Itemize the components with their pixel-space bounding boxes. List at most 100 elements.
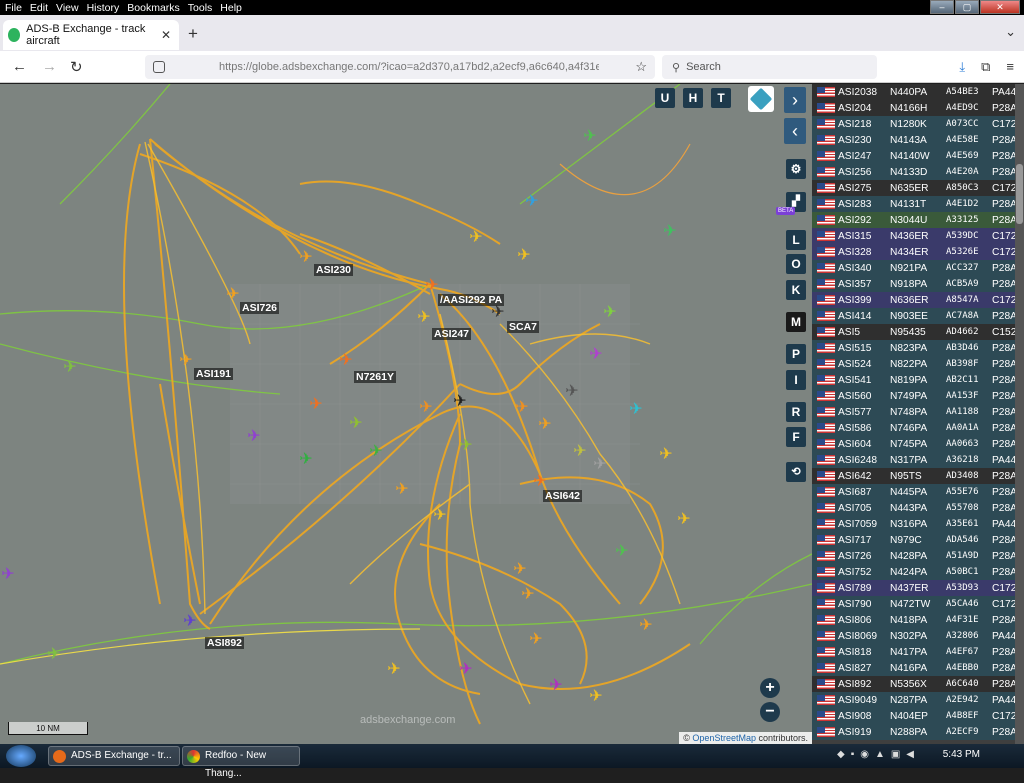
menu-view[interactable]: View bbox=[53, 2, 82, 14]
aircraft-label[interactable]: ASI892 bbox=[205, 637, 245, 649]
bookmark-star-icon[interactable]: ☆ bbox=[635, 59, 647, 75]
start-button[interactable] bbox=[6, 745, 36, 767]
table-row[interactable]: ASI230 N4143A A4E58E P28A bbox=[812, 132, 1024, 148]
table-row[interactable]: ASI5 N95435 AD4662 C152 bbox=[812, 324, 1024, 340]
table-row[interactable]: ASI7059 N316PA A35E61 PA44 bbox=[812, 516, 1024, 532]
aircraft-icon[interactable]: ✈ bbox=[226, 284, 239, 303]
aircraft-icon[interactable]: ✈ bbox=[433, 505, 446, 524]
table-row[interactable]: ASI577 N748PA AA1188 P28A bbox=[812, 404, 1024, 420]
maximize-button[interactable]: ▢ bbox=[955, 0, 979, 14]
aircraft-icon[interactable]: ✈ bbox=[179, 350, 192, 369]
table-row[interactable]: ASI560 N749PA AA153F P28A bbox=[812, 388, 1024, 404]
menu-tools[interactable]: Tools bbox=[185, 2, 216, 14]
aircraft-icon[interactable]: ✈ bbox=[529, 629, 542, 648]
aircraft-icon[interactable]: ✈ bbox=[309, 394, 322, 413]
aircraft-icon[interactable]: ✈ bbox=[533, 471, 546, 490]
aircraft-icon[interactable]: ✈ bbox=[663, 221, 676, 240]
aircraft-icon[interactable]: ✈ bbox=[639, 615, 652, 634]
table-row[interactable]: ASI399 N636ER A8547A C172 bbox=[812, 292, 1024, 308]
aircraft-icon[interactable]: ✈ bbox=[629, 399, 642, 418]
table-row[interactable]: ASI604 N745PA AA0663 P28A bbox=[812, 436, 1024, 452]
aircraft-icon[interactable]: ✈ bbox=[615, 541, 628, 560]
table-row[interactable]: ASI328 N434ER A5326E C172 bbox=[812, 244, 1024, 260]
back-button[interactable]: ← bbox=[12, 58, 27, 75]
system-tray-icons[interactable]: ◆▪◉▲▣◀ bbox=[837, 749, 920, 760]
table-row[interactable]: ASI586 N746PA AA0A1A P28A bbox=[812, 420, 1024, 436]
aircraft-label[interactable]: N7261Y bbox=[354, 371, 396, 383]
close-window-button[interactable]: ✕ bbox=[980, 0, 1020, 14]
aircraft-icon[interactable]: ✈ bbox=[349, 413, 362, 432]
table-row[interactable]: ASI642 N95TS AD3408 P28A bbox=[812, 468, 1024, 484]
url-bar[interactable]: https://globe.adsbexchange.com/?icao=a2d… bbox=[145, 55, 655, 79]
aircraft-icon[interactable]: ✈ bbox=[183, 611, 196, 630]
table-row[interactable]: ASI283 N4131T A4E1D2 P28A bbox=[812, 196, 1024, 212]
aircraft-icon[interactable]: ✈ bbox=[419, 397, 432, 416]
table-row[interactable]: ASI275 N635ER A850C3 C172 bbox=[812, 180, 1024, 196]
aircraft-icon[interactable]: ✈ bbox=[517, 245, 530, 264]
reload-button[interactable]: ↻ bbox=[70, 58, 83, 76]
list-tabs-icon[interactable]: ⌄ bbox=[1005, 24, 1016, 40]
menu-file[interactable]: File bbox=[2, 2, 25, 14]
aircraft-icon[interactable]: ✈ bbox=[525, 191, 538, 210]
table-row[interactable]: ASI705 N443PA A55708 P28A bbox=[812, 500, 1024, 516]
aircraft-label[interactable]: SCA7 bbox=[507, 321, 540, 333]
table-row[interactable]: ASI919 N288PA A2ECF9 P28A bbox=[812, 724, 1024, 740]
toggle-r-button[interactable]: R bbox=[786, 402, 806, 422]
table-row[interactable]: ASI414 N903EE AC7A8A P28A bbox=[812, 308, 1024, 324]
table-row[interactable]: ASI340 N921PA ACC327 P28A bbox=[812, 260, 1024, 276]
aircraft-icon[interactable]: ✈ bbox=[395, 479, 408, 498]
aircraft-icon[interactable]: ✈ bbox=[417, 307, 430, 326]
aircraft-icon[interactable]: ✈ bbox=[589, 344, 602, 363]
table-row[interactable]: ASI357 N918PA ACB5A9 P28A bbox=[812, 276, 1024, 292]
menu-edit[interactable]: Edit bbox=[27, 2, 51, 14]
aircraft-icon[interactable]: ✈ bbox=[573, 441, 586, 460]
replay-icon[interactable]: ⟲ bbox=[786, 462, 806, 482]
aircraft-icon[interactable]: ✈ bbox=[425, 275, 438, 294]
aircraft-icon[interactable]: ✈ bbox=[339, 350, 352, 369]
table-row[interactable]: ASI687 N445PA A55E76 P28A bbox=[812, 484, 1024, 500]
aircraft-icon[interactable]: ✈ bbox=[593, 454, 606, 473]
table-row[interactable]: ASI315 N436ER A539DC C172 bbox=[812, 228, 1024, 244]
toggle-p-button[interactable]: P bbox=[786, 344, 806, 364]
table-row[interactable]: ASI204 N4166H A4ED9C P28A bbox=[812, 100, 1024, 116]
forward-button[interactable]: → bbox=[42, 58, 57, 75]
aircraft-icon[interactable]: ✈ bbox=[538, 414, 551, 433]
toggle-l-button[interactable]: L bbox=[786, 230, 806, 250]
table-row[interactable]: ASI790 N472TW A5CA46 C172 bbox=[812, 596, 1024, 612]
table-row[interactable]: ASI8069 N302PA A32806 PA44 bbox=[812, 628, 1024, 644]
aircraft-label[interactable]: ASI247 bbox=[432, 328, 472, 340]
aircraft-icon[interactable]: ✈ bbox=[603, 302, 616, 321]
table-row[interactable]: ASI218 N1280K A073CC C172 bbox=[812, 116, 1024, 132]
taskbar-item-firefox[interactable]: ADS-B Exchange - tr... bbox=[48, 746, 180, 766]
toggle-i-button[interactable]: I bbox=[786, 370, 806, 390]
table-row[interactable]: ASI752 N424PA A50BC1 P28A bbox=[812, 564, 1024, 580]
menu-bookmarks[interactable]: Bookmarks bbox=[124, 2, 183, 14]
table-row[interactable]: ASI818 N417PA A4EF67 P28A bbox=[812, 644, 1024, 660]
table-row[interactable]: ASI256 N4133D A4E20A P28A bbox=[812, 164, 1024, 180]
zoom-out-button[interactable]: − bbox=[760, 702, 780, 722]
aircraft-icon[interactable]: ✈ bbox=[369, 441, 382, 460]
aircraft-icon[interactable]: ✈ bbox=[247, 426, 260, 445]
downloads-icon[interactable]: ⤓ bbox=[959, 59, 965, 75]
aircraft-icon[interactable]: ✈ bbox=[565, 381, 578, 400]
toggle-t-button[interactable]: T bbox=[711, 88, 731, 108]
aircraft-icon[interactable]: ✈ bbox=[1, 564, 14, 583]
zoom-in-button[interactable]: + bbox=[760, 678, 780, 698]
aircraft-icon[interactable]: ✈ bbox=[299, 449, 312, 468]
aircraft-icon[interactable]: ✈ bbox=[47, 644, 60, 663]
expand-right-button[interactable]: › bbox=[784, 87, 806, 113]
close-tab-icon[interactable]: ✕ bbox=[161, 28, 171, 42]
layers-button[interactable] bbox=[748, 86, 774, 112]
table-row[interactable]: ASI541 N819PA AB2C11 P28A bbox=[812, 372, 1024, 388]
aircraft-icon[interactable]: ✈ bbox=[299, 247, 312, 266]
aircraft-icon[interactable]: ✈ bbox=[677, 509, 690, 528]
aircraft-label[interactable]: /AASI292 PA bbox=[438, 294, 505, 306]
aircraft-icon[interactable]: ✈ bbox=[63, 357, 76, 376]
menu-history[interactable]: History bbox=[84, 2, 123, 14]
table-row[interactable]: ASI726 N428PA A51A9D P28A bbox=[812, 548, 1024, 564]
table-row[interactable]: ASI2038 N440PA A54BE3 PA44 bbox=[812, 84, 1024, 100]
collapse-left-button[interactable]: ‹ bbox=[784, 118, 806, 144]
table-row[interactable]: ASI9049 N287PA A2E942 PA44 bbox=[812, 692, 1024, 708]
tab-adsb[interactable]: ADS-B Exchange - track aircraft ✕ bbox=[3, 20, 179, 50]
tracking-shield-icon[interactable] bbox=[153, 61, 165, 73]
